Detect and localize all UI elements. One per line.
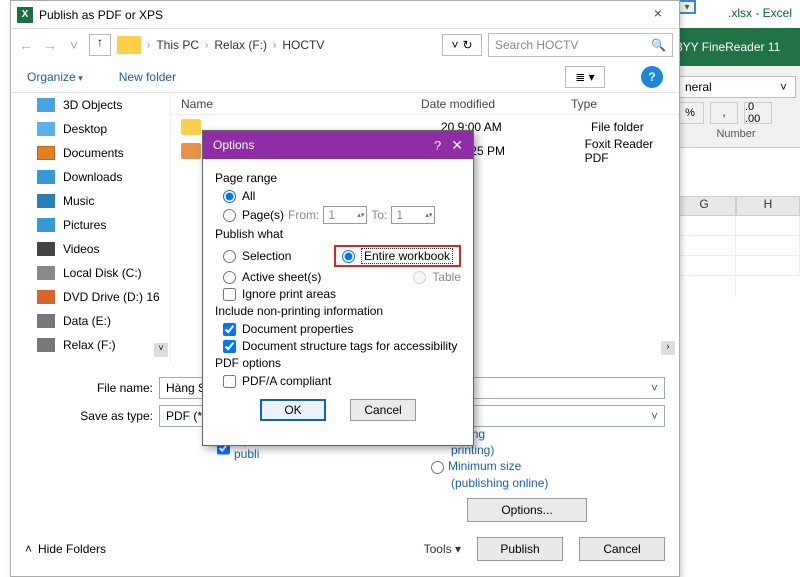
spreadsheet-grid[interactable]: G H — [672, 196, 800, 556]
back-button[interactable]: ← — [17, 37, 35, 53]
dialog-footer: ˄ Hide Folders Tools ▾ Publish Cancel — [11, 530, 679, 568]
column-header-g[interactable]: G — [672, 196, 736, 216]
search-icon: 🔍 — [651, 38, 666, 52]
excel-icon: X — [17, 7, 33, 23]
sidebar-item-data-e[interactable]: Data (E:) — [11, 309, 170, 333]
col-type[interactable]: Type — [561, 93, 607, 114]
ignore-print-areas-checkbox[interactable] — [223, 288, 236, 301]
decimal-buttons[interactable]: .0 .00 — [744, 102, 772, 124]
up-button[interactable]: ↑ — [89, 34, 111, 56]
saveas-label: Save as type: — [71, 409, 153, 423]
page-to-input[interactable]: 1 — [391, 206, 435, 224]
col-date[interactable]: Date modified — [411, 93, 561, 114]
publish-what-label: Publish what — [215, 227, 461, 241]
pdf-icon — [181, 143, 201, 159]
options-dialog: Options ? ✕ Page range All Page(s) From:… — [202, 130, 474, 446]
organize-menu[interactable]: Organize — [27, 70, 83, 84]
pdf-options-label: PDF options — [215, 356, 461, 370]
publish-active-sheets-radio[interactable] — [223, 271, 236, 284]
page-range-pages-radio[interactable] — [223, 209, 236, 222]
pdfa-compliant-checkbox[interactable] — [223, 375, 236, 388]
breadcrumb-pc[interactable]: This PC — [154, 36, 201, 54]
new-folder-button[interactable]: New folder — [119, 70, 176, 84]
include-nonprinting-label: Include non-printing information — [215, 304, 461, 318]
options-title: Options — [213, 138, 254, 152]
options-titlebar[interactable]: Options ? ✕ — [203, 131, 473, 159]
dialog-toolbar: Organize New folder ≣ ▾ ? — [11, 61, 679, 93]
sidebar-item-downloads[interactable]: Downloads — [11, 165, 170, 189]
help-icon[interactable]: ? — [434, 138, 441, 153]
hide-folders-toggle[interactable]: ˄ Hide Folders — [25, 542, 106, 556]
number-format-value: neral — [685, 80, 712, 94]
qat-dropdown-icon[interactable] — [678, 0, 696, 14]
number-group-label: Number — [672, 124, 800, 140]
ok-button[interactable]: OK — [260, 399, 326, 421]
sidebar-item-relax-f[interactable]: Relax (F:) — [11, 333, 170, 357]
excel-app-background: .xlsx - Excel 3YY FineReader 11 neral ˅ … — [670, 0, 800, 577]
page-from-input[interactable]: 1 — [323, 206, 367, 224]
dialog-title: Publish as PDF or XPS — [39, 8, 163, 22]
column-headers[interactable]: Name Date modified Type — [171, 93, 679, 115]
col-name[interactable]: Name — [171, 93, 411, 114]
view-button[interactable]: ≣ ▾ — [565, 66, 605, 88]
comma-style-button[interactable]: , — [710, 102, 738, 124]
tools-menu[interactable]: Tools ▾ — [424, 542, 461, 556]
page-range-label: Page range — [215, 171, 461, 185]
search-placeholder: Search HOCTV — [495, 38, 578, 52]
document-properties-checkbox[interactable] — [223, 323, 236, 336]
close-button[interactable]: × — [643, 5, 673, 25]
page-range-all-radio[interactable] — [223, 190, 236, 203]
close-icon[interactable]: ✕ — [451, 137, 463, 154]
sidebar-item-pictures[interactable]: Pictures — [11, 213, 170, 237]
publish-selection-radio[interactable] — [223, 250, 236, 263]
filename-label: File name: — [71, 381, 153, 395]
options-button[interactable]: Options... — [467, 498, 587, 522]
ribbon-number-group: neral ˅ % , .0 .00 Number — [672, 66, 800, 148]
sidebar-item-videos[interactable]: Videos — [11, 237, 170, 261]
number-format-dropdown[interactable]: neral ˅ — [676, 76, 796, 98]
help-button[interactable]: ? — [641, 66, 663, 88]
percent-style-button[interactable]: % — [676, 102, 704, 124]
folder-icon — [117, 36, 141, 54]
sidebar-item-dvd-drive[interactable]: DVD Drive (D:) 16 — [11, 285, 170, 309]
breadcrumb[interactable]: › This PC › Relax (F:) › HOCTV — [147, 36, 436, 54]
publish-table-radio — [413, 271, 426, 284]
sidebar-scroll-down-icon[interactable]: ˅ — [154, 343, 168, 357]
cancel-button[interactable]: Cancel — [579, 537, 665, 561]
chevron-up-icon: ˄ — [25, 542, 32, 556]
sidebar-item-desktop[interactable]: Desktop — [11, 117, 170, 141]
sidebar-item-music[interactable]: Music — [11, 189, 170, 213]
breadcrumb-drive[interactable]: Relax (F:) — [212, 36, 269, 54]
options-cancel-button[interactable]: Cancel — [350, 399, 416, 421]
excel-window-title: .xlsx - Excel — [728, 6, 792, 20]
forward-button: → — [41, 37, 59, 53]
column-header-h[interactable]: H — [736, 196, 800, 216]
ribbon-tab-finereader[interactable]: 3YY FineReader 11 — [672, 28, 800, 66]
dialog-titlebar[interactable]: X Publish as PDF or XPS × — [11, 1, 679, 29]
file-list-scroll-right-icon[interactable]: › — [661, 341, 675, 355]
breadcrumb-dropdown[interactable]: ˅↻ — [442, 34, 482, 56]
places-sidebar[interactable]: 3D Objects Desktop Documents Downloads M… — [11, 93, 171, 363]
breadcrumb-folder[interactable]: HOCTV — [280, 36, 326, 54]
folder-icon — [181, 119, 201, 135]
recent-arrow-icon[interactable]: ˅ — [65, 37, 83, 53]
accessibility-tags-checkbox[interactable] — [223, 340, 236, 353]
nav-toolbar: ← → ˅ ↑ › This PC › Relax (F:) › HOCTV ˅… — [11, 29, 679, 61]
optimize-minimum-radio[interactable]: Minimum size — [431, 459, 548, 474]
sidebar-item-local-disk-c[interactable]: Local Disk (C:) — [11, 261, 170, 285]
publish-entire-workbook-radio[interactable]: Entire workbook — [334, 245, 461, 267]
sidebar-item-3d-objects[interactable]: 3D Objects — [11, 93, 170, 117]
publish-button[interactable]: Publish — [477, 537, 563, 561]
chevron-down-icon: ˅ — [780, 80, 787, 94]
sidebar-item-documents[interactable]: Documents — [11, 141, 170, 165]
search-input[interactable]: Search HOCTV 🔍 — [488, 33, 673, 57]
